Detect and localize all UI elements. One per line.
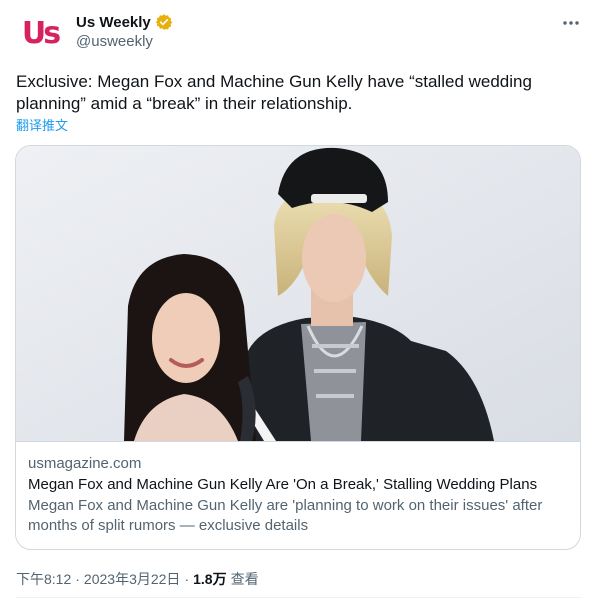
card-body[interactable]: usmagazine.com Megan Fox and Machine Gun… — [16, 441, 580, 549]
card-description: Megan Fox and Machine Gun Kelly are 'pla… — [28, 497, 543, 534]
tweet-meta: 下午8:12 · 2023年3月22日 · 1.8万 查看 — [16, 569, 259, 589]
tweet-text: Exclusive: Megan Fox and Machine Gun Kel… — [16, 72, 532, 113]
views-label: 查看 — [230, 571, 259, 587]
tweet-time[interactable]: 下午8:12 — [16, 569, 71, 589]
display-name-row: Us Weekly — [76, 12, 173, 32]
card-domain: usmagazine.com — [28, 455, 142, 472]
user-handle[interactable]: @usweekly — [76, 33, 173, 50]
more-options-icon[interactable] — [560, 12, 582, 34]
display-name[interactable]: Us Weekly — [76, 14, 151, 31]
tweet-header: Us Us Weekly @usweekly — [16, 10, 582, 58]
divider — [16, 597, 582, 598]
user-names: Us Weekly @usweekly — [76, 12, 173, 50]
verified-badge-icon — [155, 13, 173, 31]
views-count[interactable]: 1.8万 — [193, 569, 226, 589]
meta-separator: · — [75, 571, 80, 587]
translate-tweet-link[interactable]: 翻译推文 — [16, 115, 68, 134]
avatar[interactable]: Us — [16, 10, 64, 58]
card-image[interactable] — [16, 146, 580, 441]
card-title: Megan Fox and Machine Gun Kelly Are 'On … — [28, 476, 538, 493]
tweet-date[interactable]: 2023年3月22日 — [84, 569, 181, 589]
meta-separator-2: · — [184, 571, 190, 587]
link-card[interactable]: usmagazine.com Megan Fox and Machine Gun… — [15, 145, 581, 550]
us-weekly-logo: Us — [21, 16, 61, 51]
